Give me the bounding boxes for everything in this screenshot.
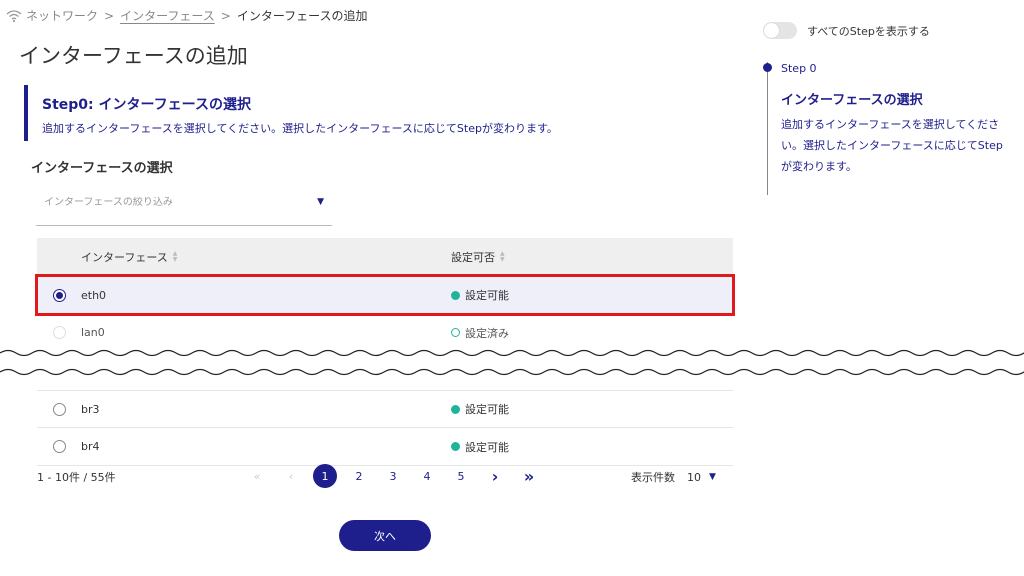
row-status: 設定可能 [451,287,733,303]
breadcrumb-network[interactable]: ネットワーク [26,7,98,24]
row-status-label: 設定可能 [465,403,509,416]
pagination-info: 1 - 10件 / 55件 [37,471,116,484]
header-status-label: 設定可否 [451,251,495,264]
header-status[interactable]: 設定可否 ▲ ▼ [451,249,733,265]
row-interface-name: br3 [81,402,100,416]
table-row[interactable]: br4 設定可能 [37,428,733,466]
table-row[interactable]: br3 設定可能 [37,390,733,428]
status-dot-icon [451,290,460,300]
step-header: Step0: インターフェースの選択 追加するインターフェースを選択してください… [24,85,664,141]
row-radio [52,326,66,339]
row-status: 設定可能 [451,401,733,417]
step-progress-label: Step 0 [781,62,817,75]
step-node-icon [763,63,772,72]
row-status: 設定済み [451,325,733,341]
header-interface[interactable]: インターフェース ▲ ▼ [81,249,451,265]
page-button-1[interactable]: 1 [308,464,342,488]
page-title: インターフェースの追加 [19,44,248,68]
row-status: 設定可能 [451,439,733,455]
show-all-steps: すべてのStepを表示する [763,22,930,39]
page-button-4[interactable]: 4 [410,464,444,488]
row-select-cell [37,326,81,339]
step-description: 追加するインターフェースを選択してください。選択したインターフェースに応じてSt… [42,122,558,135]
step-title: Step0: インターフェースの選択 [42,97,251,113]
sort-icon[interactable]: ▲ ▼ [500,251,505,263]
page-button-3[interactable]: 3 [376,464,410,488]
row-interface-name: lan0 [81,326,105,339]
row-select-cell [37,440,81,453]
row-interface-name: eth0 [81,288,107,302]
omitted-rows-break-line [0,345,1024,381]
page-button-5[interactable]: 5 [444,464,478,488]
status-circle-icon [451,328,460,337]
pagination: « ‹ 1 2 3 4 5 › » [240,464,546,488]
row-radio[interactable] [52,402,66,416]
breadcrumb-separator: > [104,8,115,23]
chevron-down-icon[interactable]: ▼ [317,197,324,207]
row-select-cell [37,402,81,416]
row-status-label: 設定可能 [465,289,509,302]
first-page-button[interactable]: « [240,464,274,488]
show-all-steps-label: すべてのStepを表示する [807,24,930,38]
page-button-2[interactable]: 2 [342,464,376,488]
interface-filter-input[interactable] [44,197,294,208]
row-radio[interactable] [52,440,66,453]
table-header: インターフェース ▲ ▼ 設定可否 ▲ ▼ [37,238,733,276]
status-dot-icon [451,404,460,414]
show-all-steps-toggle[interactable] [763,22,797,39]
per-page-select[interactable]: 表示件数 10 ▼ [631,469,716,485]
interface-filter[interactable]: ▼ [36,188,332,226]
step-progress-line [767,62,768,195]
section-label: インターフェースの選択 [31,161,173,176]
prev-page-button[interactable]: ‹ [274,464,308,488]
breadcrumb-current: インターフェースの追加 [236,9,368,23]
row-status-label: 設定済み [465,326,509,340]
breadcrumb: ネットワーク > インターフェース > インターフェースの追加 [6,7,368,24]
step-progress-title: インターフェースの選択 [781,93,923,108]
network-icon [6,9,22,22]
status-dot-icon [451,442,460,451]
breadcrumb-interface[interactable]: インターフェース [120,7,215,24]
last-page-button[interactable]: » [512,464,546,488]
per-page-value[interactable]: 10 [687,471,701,484]
row-radio[interactable] [52,288,66,302]
next-page-button[interactable]: › [478,464,512,488]
table-row[interactable]: eth0 設定可能 [35,274,735,316]
header-interface-label: インターフェース [81,251,168,264]
breadcrumb-separator: > [220,8,231,23]
row-interface-name: br4 [81,440,100,453]
sort-icon[interactable]: ▲ ▼ [173,251,178,263]
row-select-cell [37,288,81,302]
step-progress-description: 追加するインターフェースを選択してください。選択したインターフェースに応じてSt… [781,118,1003,173]
row-status-label: 設定可能 [465,440,509,454]
current-page-indicator: 1 [313,464,337,488]
chevron-down-icon[interactable]: ▼ [709,472,716,482]
next-button[interactable]: 次へ [339,520,431,551]
per-page-label: 表示件数 [631,471,675,484]
